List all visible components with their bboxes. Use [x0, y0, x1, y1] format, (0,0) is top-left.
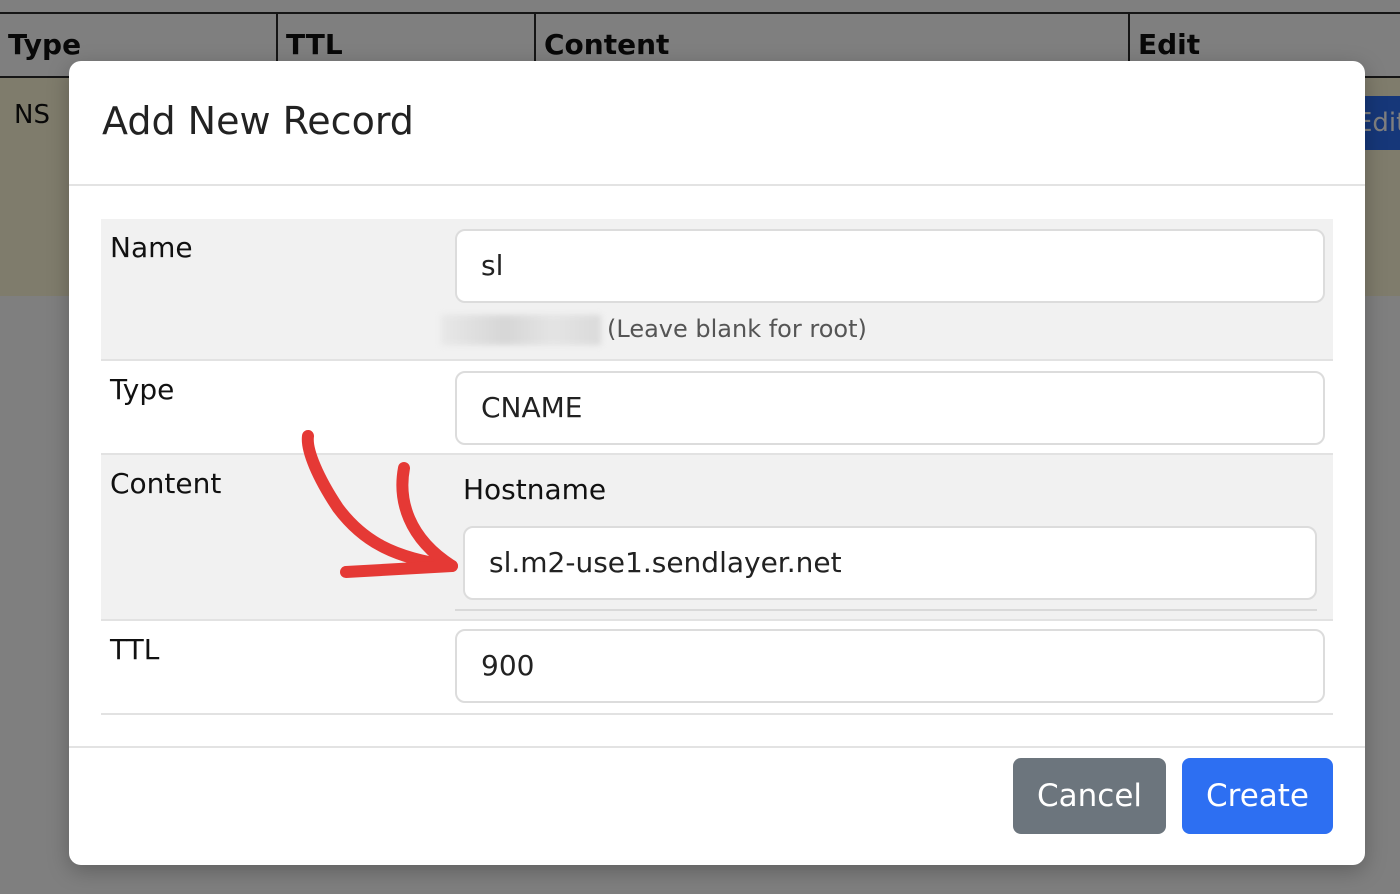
content-divider [455, 609, 1317, 611]
hostname-label: Hostname [463, 473, 607, 506]
hostname-input[interactable]: sl.m2-use1.sendlayer.net [463, 526, 1317, 600]
ttl-label: TTL [110, 633, 160, 666]
type-label: Type [110, 373, 175, 406]
name-label: Name [110, 231, 193, 264]
content-label: Content [110, 467, 222, 500]
modal-footer: Cancel Create [69, 746, 1365, 865]
modal-title: Add New Record [102, 99, 414, 143]
modal-header: Add New Record [69, 61, 1365, 186]
add-record-modal: Add New Record Name sl (Leave blank for … [69, 61, 1365, 865]
name-hint-text: (Leave blank for root) [607, 315, 867, 343]
form-row-type: Type CNAME [101, 361, 1333, 455]
name-input[interactable]: sl [455, 229, 1325, 303]
ttl-input[interactable]: 900 [455, 629, 1325, 703]
type-select[interactable]: CNAME [455, 371, 1325, 445]
form-row-ttl: TTL 900 [101, 621, 1333, 715]
cancel-button[interactable]: Cancel [1013, 758, 1166, 834]
name-hint: (Leave blank for root) [441, 315, 867, 345]
form-row-name: Name sl (Leave blank for root) [101, 219, 1333, 361]
create-button[interactable]: Create [1182, 758, 1333, 834]
blurred-domain [441, 315, 601, 345]
form-row-content: Content Hostname sl.m2-use1.sendlayer.ne… [101, 455, 1333, 621]
